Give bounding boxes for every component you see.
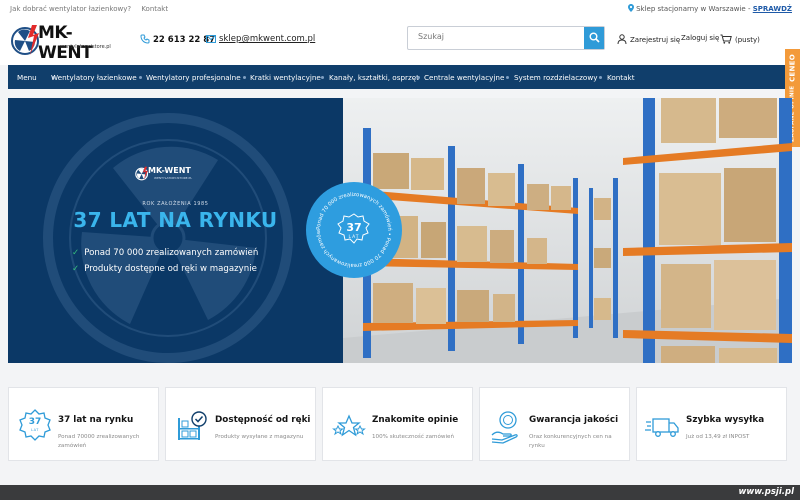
cart-link[interactable]: (pusty)	[720, 34, 760, 44]
feature-subtitle: Produkty wysyłane z magazynu	[215, 434, 304, 440]
checkmark-icon: ✓	[72, 248, 80, 258]
nav-item-ducts-fittings[interactable]: Kanały, kształtki, osprzęt	[329, 73, 419, 82]
main-nav: Menu Wentylatory łazienkowe Wentylatory …	[8, 65, 785, 89]
nav-item-menu[interactable]: Menu	[17, 73, 37, 82]
nav-separator	[321, 76, 324, 79]
nav-item-air-handlers[interactable]: Centrale wentylacyjne	[424, 73, 504, 82]
hero-logo-subtext: WENTYLATORY.ISTORE.PL	[154, 176, 192, 180]
hero-banner[interactable]: MK-WENT WENTYLATORY.ISTORE.PL ROK ZAŁOŻE…	[8, 98, 792, 363]
feature-subtitle: Ponad 70000 zrealizowanych zamówień	[58, 434, 140, 449]
feature-title: 37 lat na rynku	[58, 415, 134, 425]
nav-item-vent-grilles[interactable]: Kratki wentylacyjne	[250, 73, 321, 82]
mail-icon	[206, 35, 216, 43]
warehouse-photo	[343, 98, 792, 363]
user-icon	[617, 34, 627, 44]
feature-title: Dostępność od ręki	[215, 415, 311, 425]
header: MK-WENT wentylatory.istore.pl 22 613 22 …	[0, 18, 800, 65]
nav-separator	[139, 76, 142, 79]
store-text: Sklep stacjonarny w Warszawie -	[636, 5, 753, 13]
search-box	[407, 26, 605, 50]
warehouse-shelves-illustration	[343, 98, 792, 363]
feature-shipping[interactable]: Szybka wysyłka Już od 13,49 zł INPOST	[636, 387, 787, 461]
feature-title: Gwarancja jakości	[529, 415, 619, 425]
location-pin-icon	[628, 4, 635, 12]
cart-status: (pusty)	[735, 36, 760, 44]
phone-icon	[140, 34, 150, 44]
founded-year-text: ROK ZAŁOŻENIA 1985	[142, 201, 209, 207]
hero-headline: 37 LAT NA RYNKU	[73, 208, 278, 232]
nav-separator	[506, 76, 509, 79]
feature-subtitle: 100% skuteczność zamówień	[372, 434, 455, 440]
top-links: Jak dobrać wentylator łazienkowy? Kontak…	[10, 5, 176, 13]
store-check-link[interactable]: SPRAWDŹ	[753, 5, 792, 13]
top-link-fan-guide[interactable]: Jak dobrać wentylator łazienkowy?	[10, 5, 131, 13]
feature-title: Znakomite opinie	[372, 415, 459, 425]
cart-icon	[720, 34, 732, 44]
email-address: sklep@mkwent.com.pl	[219, 34, 316, 44]
register-label: Zarejestruj się	[630, 36, 681, 44]
feature-years[interactable]: 37 LAT 37 lat na rynku Ponad 70000 zreal…	[8, 387, 159, 461]
nav-item-contact[interactable]: Kontakt	[607, 73, 635, 82]
hero-bullet-orders-text: Ponad 70 000 zrealizowanych zamówień	[84, 248, 259, 258]
feature-years-badge-unit: LAT	[31, 428, 39, 432]
login-label: Zaloguj się	[681, 34, 720, 42]
hero-bullet-stock: ✓ Produkty dostępne od ręki w magazynie	[72, 264, 257, 274]
hero-bullet-orders: ✓ Ponad 70 000 zrealizowanych zamówień	[72, 248, 258, 258]
badge-unit: LAT	[348, 235, 360, 240]
quality-guarantee-icon	[491, 411, 518, 444]
login-link[interactable]: Zaloguj się	[681, 34, 719, 42]
delivery-truck-icon	[645, 418, 679, 437]
years-circle-badge: Ponad 70 000 zrealizowanych zamówień • P…	[306, 182, 402, 278]
register-link[interactable]: Zarejestruj się	[617, 34, 680, 44]
nav-separator	[417, 76, 420, 79]
search-button[interactable]	[584, 27, 604, 49]
stars-rating-icon	[332, 414, 366, 437]
footer-strip: www.psji.pl	[0, 485, 800, 500]
badge-number: 37	[346, 221, 362, 234]
nav-item-professional-fans[interactable]: Wentylatory profesjonalne	[146, 73, 241, 82]
hero-bullet-stock-text: Produkty dostępne od ręki w magazynie	[84, 264, 257, 274]
ceneo-brand: CENEO	[788, 53, 797, 82]
feature-reviews[interactable]: Znakomite opinie 100% skuteczność zamówi…	[322, 387, 473, 461]
store-info: Sklep stacjonarny w Warszawie - SPRAWDŹ	[628, 4, 792, 13]
search-icon	[589, 32, 600, 43]
nav-separator	[599, 76, 602, 79]
checkmark-icon: ✓	[72, 264, 80, 274]
feature-subtitle: Oraz konkurencyjnych cen na rynku	[529, 434, 612, 449]
watermark-text: www.psji.pl	[738, 487, 794, 497]
nav-item-bathroom-fans[interactable]: Wentylatory łazienkowe	[51, 73, 137, 82]
warehouse-shelf-icon	[178, 411, 207, 440]
features-row: 37 LAT 37 lat na rynku Ponad 70000 zreal…	[8, 387, 792, 461]
feature-years-badge-number: 37	[28, 417, 42, 427]
phone-contact[interactable]: 22 613 22 87	[140, 34, 215, 45]
top-link-contact[interactable]: Kontakt	[141, 5, 168, 13]
hero-logo-text: MK-WENT	[148, 166, 191, 175]
top-utility-bar: Jak dobrać wentylator łazienkowy? Kontak…	[0, 0, 800, 18]
feature-availability[interactable]: Dostępność od ręki Produkty wysyłane z m…	[165, 387, 316, 461]
hero-text-panel: MK-WENT WENTYLATORY.ISTORE.PL ROK ZAŁOŻE…	[8, 98, 343, 363]
feature-quality[interactable]: Gwarancja jakości Oraz konkurencyjnych c…	[479, 387, 630, 461]
logo-text: MK-WENT	[38, 23, 93, 63]
logo[interactable]: MK-WENT wentylatory.istore.pl	[8, 21, 123, 63]
feature-title: Szybka wysyłka	[686, 415, 765, 425]
nav-separator	[243, 76, 246, 79]
email-contact[interactable]: sklep@mkwent.com.pl	[206, 34, 315, 44]
logo-subtext: wentylatory.istore.pl	[60, 44, 111, 50]
feature-subtitle: Już od 13,49 zł INPOST	[686, 434, 750, 440]
nav-item-distribution-system[interactable]: System rozdzielaczowy	[514, 73, 597, 82]
search-input[interactable]	[418, 32, 578, 41]
